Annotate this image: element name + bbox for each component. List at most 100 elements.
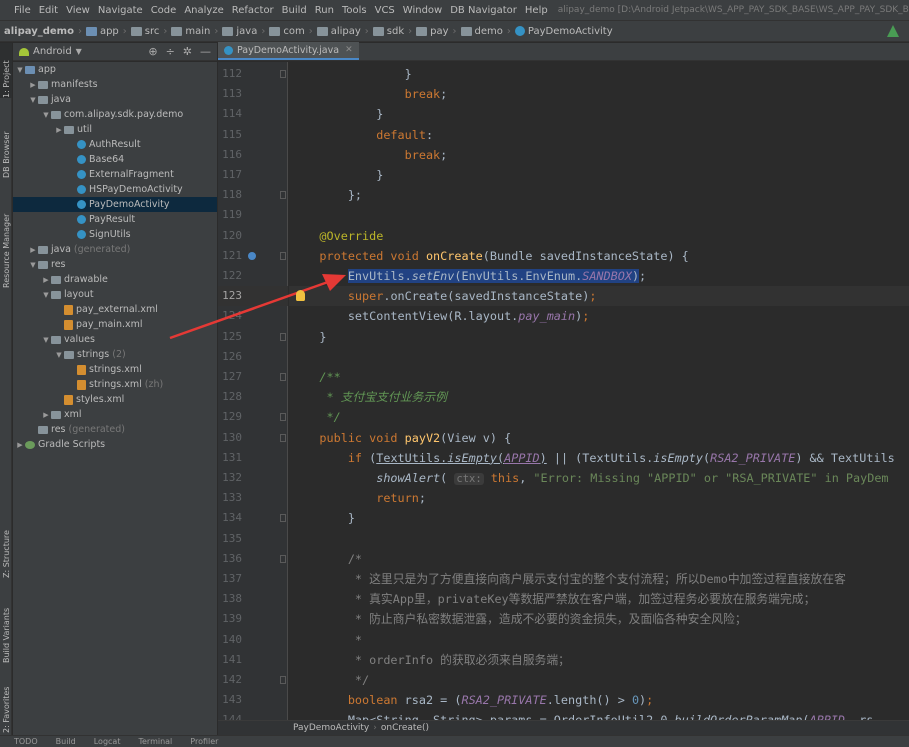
tree-item[interactable]: res (generated): [13, 422, 217, 437]
tree-item[interactable]: PayDemoActivity: [13, 197, 217, 212]
tree-item[interactable]: ▼ layout: [13, 287, 217, 302]
menu-item-file[interactable]: File: [10, 5, 35, 16]
tree-item[interactable]: ▼ com.alipay.sdk.pay.demo: [13, 107, 217, 122]
expand-arrow-icon[interactable]: ▼: [28, 96, 38, 104]
code-editor[interactable]: } break; } default: break; } }; @Overrid…: [289, 62, 909, 720]
status-tool-terminal[interactable]: Terminal: [138, 737, 172, 746]
breadcrumb-item[interactable]: com: [267, 26, 306, 37]
fold-marker-icon[interactable]: [280, 676, 286, 684]
tree-item[interactable]: styles.xml: [13, 392, 217, 407]
breadcrumb-method[interactable]: onCreate(): [381, 723, 429, 733]
tree-item[interactable]: ▼ values: [13, 332, 217, 347]
db-browser-tool-tab[interactable]: DB Browser: [0, 103, 12, 178]
fold-marker-icon[interactable]: [280, 554, 286, 563]
close-icon[interactable]: ✕: [345, 45, 353, 55]
locate-icon[interactable]: ⊕: [148, 45, 157, 58]
code-line[interactable]: /*: [291, 549, 362, 569]
code-line[interactable]: * 真实App里，privateKey等数据严禁放在客户端，加签过程务必要放在服…: [291, 589, 815, 609]
breadcrumb-item[interactable]: demo: [459, 26, 505, 37]
menu-item-code[interactable]: Code: [147, 5, 181, 16]
menu-item-view[interactable]: View: [62, 5, 94, 16]
code-line[interactable]: Map<String, String> params = OrderInfoUt…: [291, 710, 874, 720]
chevron-down-icon[interactable]: ▼: [76, 47, 82, 56]
code-line[interactable]: }: [291, 64, 412, 84]
tree-item[interactable]: ▼ strings (2): [13, 347, 217, 362]
tree-item[interactable]: pay_external.xml: [13, 302, 217, 317]
menu-item-refactor[interactable]: Refactor: [228, 5, 278, 16]
collapse-arrow-icon[interactable]: ▶: [15, 441, 25, 449]
code-line[interactable]: */: [291, 407, 341, 427]
menu-item-help[interactable]: Help: [521, 5, 552, 16]
code-line[interactable]: * 防止商户私密数据泄露，造成不必要的资金损失，及面临各种安全风险；: [291, 609, 747, 629]
fold-marker-icon[interactable]: [280, 191, 286, 200]
code-line[interactable]: }: [291, 508, 355, 528]
fold-marker-icon[interactable]: [280, 433, 286, 442]
tree-item[interactable]: SignUtils: [13, 227, 217, 242]
status-tool-logcat[interactable]: Logcat: [94, 737, 121, 746]
tree-item[interactable]: pay_main.xml: [13, 317, 217, 332]
expand-arrow-icon[interactable]: ▼: [41, 291, 51, 299]
code-line[interactable]: * 这里只是为了方便直接向商户展示支付宝的整个支付流程；所以Demo中加签过程直…: [291, 569, 846, 589]
editor-tab-paydemoactivity[interactable]: PayDemoActivity.java ✕: [218, 42, 359, 60]
tree-item[interactable]: Base64: [13, 152, 217, 167]
code-line[interactable]: setContentView(R.layout.pay_main);: [291, 306, 590, 326]
breadcrumb-item[interactable]: main: [169, 26, 212, 37]
tree-item[interactable]: strings.xml (zh): [13, 377, 217, 392]
tree-item[interactable]: ▶ drawable: [13, 272, 217, 287]
expand-arrow-icon[interactable]: ▼: [54, 351, 64, 359]
tree-item[interactable]: PayResult: [13, 212, 217, 227]
menu-item-navigate[interactable]: Navigate: [94, 5, 147, 16]
expand-arrow-icon[interactable]: ▼: [41, 336, 51, 344]
breadcrumb-item[interactable]: alipay_demo: [0, 26, 76, 37]
breadcrumb-item[interactable]: pay: [414, 26, 450, 37]
collapse-arrow-icon[interactable]: ▶: [54, 126, 64, 134]
code-line[interactable]: break;: [291, 84, 448, 104]
fold-marker-icon[interactable]: [280, 70, 286, 78]
code-line[interactable]: if (TextUtils.isEmpty(APPID) || (TextUti…: [291, 448, 895, 468]
collapse-all-icon[interactable]: ÷: [166, 45, 175, 58]
collapse-arrow-icon[interactable]: ▶: [41, 411, 51, 419]
breadcrumb-item[interactable]: alipay: [315, 26, 363, 37]
code-line[interactable]: * 支付宝支付业务示例: [291, 387, 447, 407]
tree-item[interactable]: ▶ java (generated): [13, 242, 217, 257]
breadcrumb-item[interactable]: src: [129, 26, 162, 37]
menu-item-edit[interactable]: Edit: [35, 5, 62, 16]
code-line[interactable]: }: [291, 327, 326, 347]
tree-item[interactable]: AuthResult: [13, 137, 217, 152]
tree-item[interactable]: ▼ res: [13, 257, 217, 272]
fold-marker-icon[interactable]: [280, 514, 286, 523]
fold-marker-icon[interactable]: [280, 373, 286, 381]
status-tool-build[interactable]: Build: [56, 737, 76, 746]
project-tool-tab[interactable]: 1: Project: [0, 43, 12, 98]
fold-marker-icon[interactable]: [280, 332, 286, 341]
run-config-icon[interactable]: [887, 25, 899, 37]
code-line[interactable]: showAlert( ctx: this, "Error: Missing "A…: [291, 468, 889, 488]
code-line[interactable]: return;: [291, 488, 426, 508]
tree-item[interactable]: ▶ xml: [13, 407, 217, 422]
collapse-arrow-icon[interactable]: ▶: [41, 276, 51, 284]
breadcrumb-item[interactable]: PayDemoActivity: [513, 26, 615, 37]
code-line[interactable]: super.onCreate(savedInstanceState);: [291, 286, 597, 306]
menu-item-tools[interactable]: Tools: [338, 5, 371, 16]
lightbulb-icon[interactable]: [296, 290, 305, 302]
tree-item[interactable]: ▶ util: [13, 122, 217, 137]
code-line[interactable]: * orderInfo 的获取必须来自服务端；: [291, 650, 570, 670]
code-line[interactable]: }: [291, 165, 383, 185]
tree-item[interactable]: ExternalFragment: [13, 167, 217, 182]
breadcrumb-class[interactable]: PayDemoActivity: [293, 723, 369, 733]
fold-marker-icon[interactable]: [280, 413, 286, 422]
code-line[interactable]: }: [291, 104, 383, 124]
override-method-icon[interactable]: [248, 251, 256, 260]
code-line[interactable]: };: [291, 185, 362, 205]
tree-item[interactable]: ▶ Gradle Scripts: [13, 437, 217, 452]
tree-item[interactable]: ▼ app: [13, 62, 217, 77]
code-line[interactable]: */: [291, 670, 369, 690]
menu-item-vcs[interactable]: VCS: [371, 5, 399, 16]
tree-item[interactable]: ▼ java: [13, 92, 217, 107]
code-line[interactable]: break;: [291, 145, 448, 165]
menu-item-analyze[interactable]: Analyze: [180, 5, 227, 16]
expand-arrow-icon[interactable]: ▼: [15, 66, 25, 74]
menu-item-run[interactable]: Run: [311, 5, 338, 16]
expand-arrow-icon[interactable]: ▼: [28, 261, 38, 269]
favorites-tool-tab[interactable]: 2: Favorites: [0, 673, 12, 733]
